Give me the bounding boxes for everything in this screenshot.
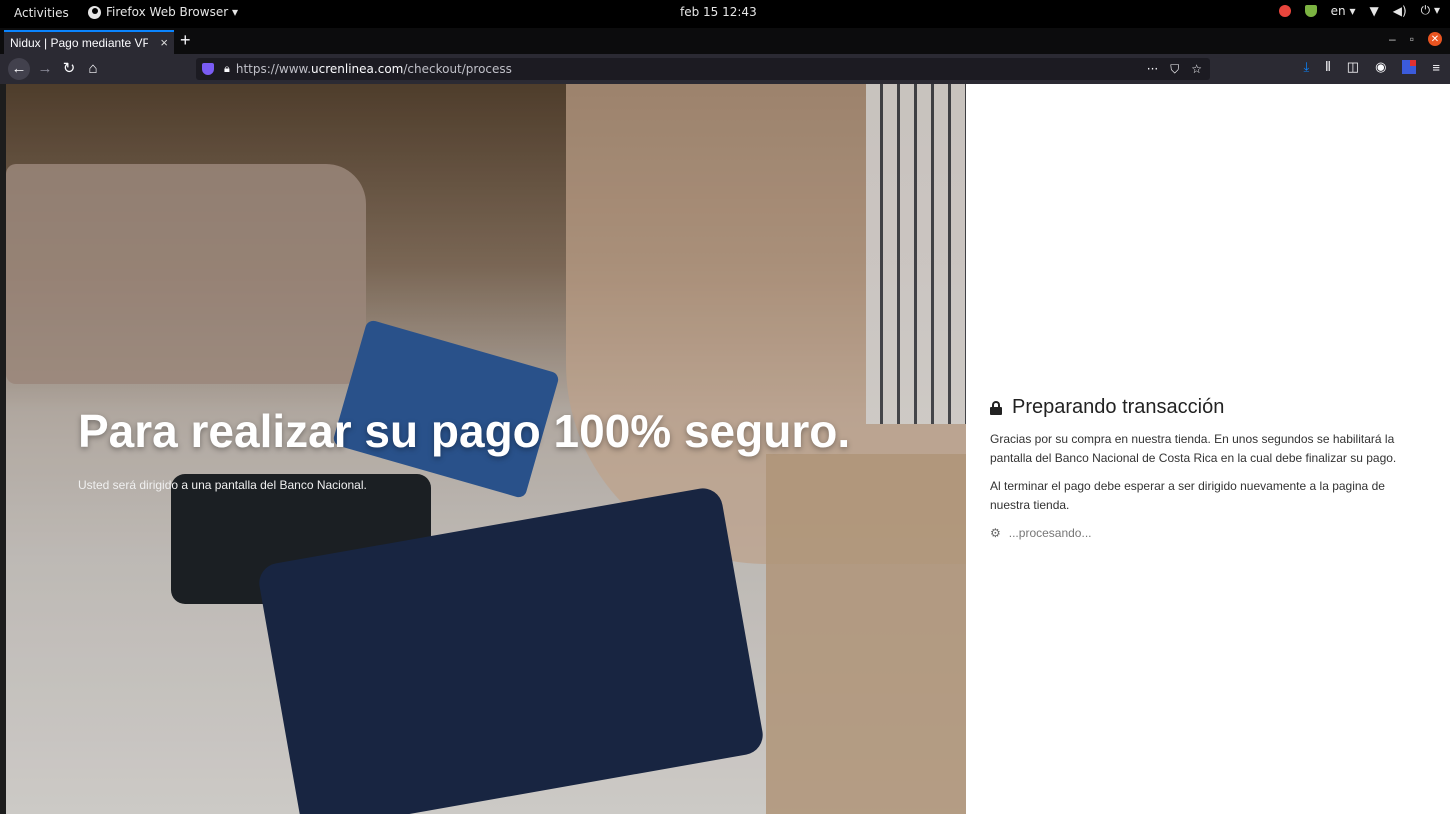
language-selector[interactable]: en ▾ (1331, 4, 1356, 18)
app-menu-label: Firefox Web Browser ▾ (106, 5, 238, 19)
new-tab-button[interactable]: + (180, 30, 191, 51)
system-tray: en ▾ ▼ ◀) ⏻ ▾ (1278, 3, 1440, 18)
panel-title: Preparando transacción (990, 396, 1224, 419)
hero-headline: Para realizar su pago 100% seguro. (78, 405, 851, 457)
window-controls: – ▫ ✕ (1389, 32, 1442, 46)
page-actions-icon[interactable]: ··· (1147, 62, 1158, 77)
wait-paragraph: Al terminar el pago debe esperar a ser d… (990, 479, 1385, 512)
sidebar-icon[interactable]: ◫ (1347, 59, 1359, 75)
clock[interactable]: feb 15 12:43 (680, 5, 757, 19)
thank-you-paragraph: Gracias por su compra en nuestra tienda.… (990, 432, 1397, 465)
home-icon[interactable]: ⌂ (82, 58, 104, 80)
tab-close-icon[interactable]: × (160, 35, 168, 50)
system-top-bar: Activities Firefox Web Browser ▾ feb 15 … (0, 0, 1450, 28)
lock-icon[interactable]: 🔒︎ (224, 62, 230, 76)
tab-active[interactable]: Nidux | Pago mediante VPOS × (4, 30, 174, 54)
tracking-protection-icon[interactable] (202, 63, 214, 75)
app-menu[interactable]: Firefox Web Browser ▾ (88, 5, 238, 19)
tab-strip: Nidux | Pago mediante VPOS × + – ▫ ✕ (0, 28, 1450, 54)
url-bar[interactable]: 🔒︎ https://www.ucrenlinea.com/checkout/p… (196, 58, 1210, 80)
extension-icon[interactable] (1402, 60, 1417, 74)
volume-icon[interactable]: ◀) (1393, 4, 1407, 18)
reload-icon[interactable]: ↻ (58, 58, 80, 80)
url-scheme: https://www. (235, 62, 312, 76)
gear-icon: ⚙ (990, 526, 1001, 540)
transaction-panel: Preparando transacción Gracias por su co… (990, 84, 1430, 814)
library-icon[interactable]: ⫴ (1325, 59, 1330, 75)
lock-icon (990, 400, 1002, 415)
processing-text: ...procesando... (1008, 526, 1092, 540)
power-icon[interactable]: ⏻ ▾ (1421, 3, 1440, 18)
account-icon[interactable]: ◉ (1375, 59, 1386, 75)
tab-title: Nidux | Pago mediante VPOS (10, 36, 148, 50)
navigation-toolbar: ← → ↻ ⌂ 🔒︎ https://www.ucrenlinea.com/ch… (0, 54, 1450, 84)
menu-icon[interactable]: ≡ (1432, 60, 1440, 75)
pocket-icon[interactable]: ⛉ (1170, 62, 1179, 77)
url-text[interactable]: https://www.ucrenlinea.com/checkout/proc… (236, 62, 512, 76)
hero-subtext: Usted será dirigido a una pantalla del B… (78, 478, 367, 492)
hero-image: Para realizar su pago 100% seguro. Usted… (6, 84, 966, 814)
toolbar-buttons: ⤓ ⫴ ◫ ◉ ≡ (1304, 59, 1440, 75)
activities-button[interactable]: Activities (14, 6, 69, 20)
maximize-icon[interactable]: ▫ (1410, 32, 1414, 46)
processing-status: ⚙ ...procesando... (990, 526, 1091, 540)
downloads-icon[interactable]: ⤓ (1304, 59, 1310, 75)
bookmark-star-icon[interactable]: ☆ (1191, 62, 1202, 77)
panel-title-text: Preparando transacción (1012, 396, 1225, 418)
url-domain: ucrenlinea.com (311, 62, 404, 76)
url-path: /checkout/process (403, 62, 512, 76)
page-content: Para realizar su pago 100% seguro. Usted… (6, 84, 1450, 814)
close-window-icon[interactable]: ✕ (1428, 32, 1442, 46)
firefox-icon (88, 5, 101, 19)
chrome-tray-icon[interactable] (1278, 4, 1291, 17)
url-bar-actions: ··· ⛉ ☆ (1147, 62, 1202, 77)
minimize-icon[interactable]: – (1389, 32, 1396, 46)
forward-icon[interactable]: → (34, 58, 56, 80)
shield-tray-icon[interactable] (1304, 4, 1317, 17)
back-icon[interactable]: ← (8, 58, 30, 80)
wifi-icon[interactable]: ▼ (1370, 4, 1379, 18)
